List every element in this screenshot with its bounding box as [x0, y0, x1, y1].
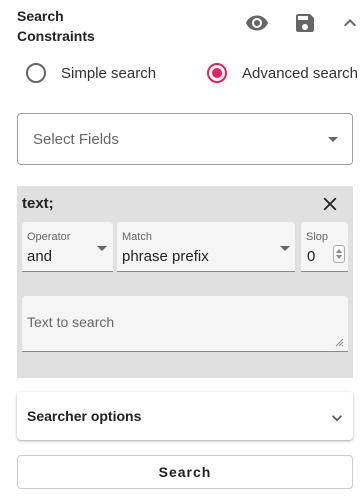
dropdown-arrow-icon [97, 246, 107, 251]
radio-unchecked-icon [26, 63, 46, 83]
text-to-search-placeholder: Text to search [27, 314, 115, 330]
advanced-search-label: Advanced search [242, 64, 358, 82]
save-icon[interactable] [293, 11, 317, 35]
panel-title: Search Constraints [17, 8, 95, 44]
advanced-search-radio[interactable]: Advanced search [207, 63, 358, 83]
select-fields-dropdown[interactable]: Select Fields [17, 113, 353, 165]
dropdown-arrow-icon [280, 246, 290, 251]
simple-search-label: Simple search [61, 64, 157, 82]
chevron-up-icon[interactable] [338, 11, 362, 35]
operator-label: Operator [27, 231, 71, 243]
eye-icon[interactable] [245, 11, 269, 35]
dropdown-arrow-icon [328, 137, 338, 142]
select-fields-placeholder: Select Fields [33, 131, 119, 148]
slop-label: Slop [306, 231, 329, 243]
searcher-options-label: Searcher options [27, 408, 142, 424]
operator-select[interactable]: Operator and [22, 222, 113, 272]
search-button[interactable]: Search [17, 455, 353, 489]
simple-search-radio[interactable]: Simple search [26, 63, 156, 83]
operator-value: and [27, 248, 53, 265]
slop-value: 0 [307, 248, 316, 265]
number-stepper-icon[interactable] [333, 245, 345, 263]
match-value: phrase prefix [122, 248, 209, 265]
clause-field-name: text; [22, 195, 54, 212]
query-clause-card: text; Operator and Match phrase prefix S… [17, 186, 353, 378]
search-constraints-panel: Search Constraints Simple search Advance… [0, 0, 362, 504]
searcher-options-expander[interactable]: Searcher options [17, 392, 353, 440]
slop-number-input[interactable]: Slop 0 [301, 222, 348, 272]
match-select[interactable]: Match phrase prefix [117, 222, 295, 272]
text-to-search-textarea[interactable]: Text to search [22, 296, 348, 352]
radio-checked-icon [207, 63, 227, 83]
close-icon[interactable] [319, 193, 341, 215]
match-label: Match [122, 231, 152, 243]
chevron-down-icon [332, 415, 342, 422]
resize-grip-icon[interactable] [334, 337, 344, 347]
